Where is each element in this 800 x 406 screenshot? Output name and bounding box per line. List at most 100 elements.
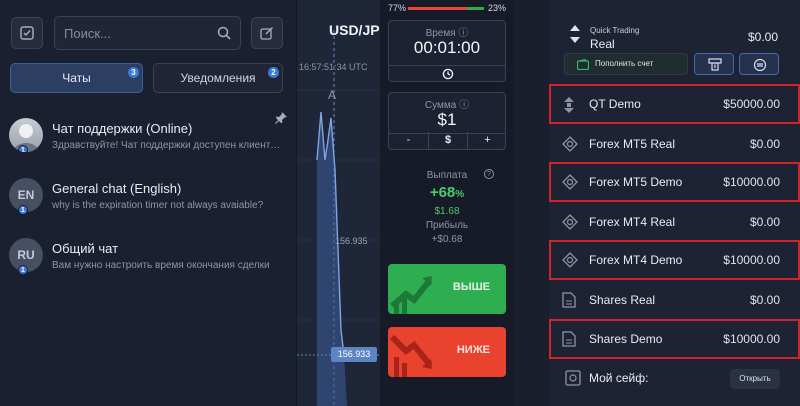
chat-item-support[interactable]: 1 Чат поддержки (Online) Здравствуйте! Ч… bbox=[0, 118, 297, 178]
my-safe: Мой сейф: Открыть bbox=[549, 362, 800, 396]
sentiment-bar bbox=[408, 7, 484, 10]
safe-icon bbox=[565, 370, 581, 386]
amount-plus-button[interactable]: + bbox=[468, 132, 507, 149]
price-chart[interactable]: USD/JPY 16:57:51:34 UTC A 156.935 156.93… bbox=[297, 0, 380, 406]
account-name: Forex MT5 Real bbox=[589, 137, 676, 151]
account-balance: $0.00 bbox=[749, 293, 780, 307]
buy-higher-button[interactable]: ВЫШЕ bbox=[388, 264, 506, 314]
withdraw-icon bbox=[708, 58, 722, 71]
trend-down-icon bbox=[389, 334, 433, 377]
edit-icon bbox=[260, 26, 274, 40]
forex-icon bbox=[562, 252, 578, 268]
unread-badge: 1 bbox=[18, 145, 28, 152]
avatar: EN 1 bbox=[9, 178, 43, 215]
server-time: 16:57:51:34 UTC bbox=[299, 62, 368, 72]
account-forex-mt4-real[interactable]: Forex MT4 Real $0.00 bbox=[549, 202, 800, 242]
search-input[interactable] bbox=[55, 17, 215, 49]
account-name: Shares Real bbox=[589, 293, 656, 307]
sentiment-down-percent: 23% bbox=[487, 3, 506, 13]
account-name: Forex MT5 Demo bbox=[589, 175, 683, 189]
tab-notifications-count: 2 bbox=[268, 67, 279, 78]
account-qt-demo[interactable]: QT Demo $50000.00 bbox=[549, 84, 800, 124]
unread-badge: 1 bbox=[18, 205, 28, 215]
time-value[interactable]: 00:01:00 bbox=[389, 38, 505, 58]
panel-separator bbox=[514, 0, 549, 406]
time-selector[interactable]: Время ⓘ 00:01:00 bbox=[388, 20, 506, 82]
payout-amount: $1.68 bbox=[434, 206, 460, 217]
pin-icon[interactable] bbox=[275, 112, 287, 124]
forex-icon bbox=[562, 214, 578, 230]
currency-button[interactable]: $ bbox=[428, 132, 468, 149]
sell-lower-button[interactable]: НИЖЕ bbox=[388, 327, 506, 377]
chat-panel: Чаты 3 Уведомления 2 1 Чат поддержки (On… bbox=[0, 0, 297, 406]
sell-lower-label: НИЖЕ bbox=[456, 344, 490, 356]
quick-trading-account[interactable]: Quick Trading Real $0.00 Пополнить счет bbox=[549, 0, 800, 85]
account-balance: $50000.00 bbox=[723, 97, 780, 111]
avatar: 1 bbox=[9, 118, 43, 152]
account-balance: $0.00 bbox=[749, 215, 780, 229]
payout-percent: +68% bbox=[429, 184, 465, 201]
account-balance: $0.00 bbox=[749, 137, 780, 151]
quick-trading-title: Quick Trading bbox=[590, 26, 640, 35]
tab-chats[interactable]: Чаты 3 bbox=[10, 63, 143, 93]
account-shares-demo[interactable]: Shares Demo $10000.00 bbox=[549, 319, 800, 359]
chat-preview: Здравствуйте! Чат поддержки доступен кли… bbox=[52, 140, 282, 151]
account-balance: $10000.00 bbox=[723, 253, 780, 267]
document-icon bbox=[562, 331, 576, 347]
avatar: RU 1 bbox=[9, 238, 43, 275]
tab-notifications-label: Уведомления bbox=[180, 71, 256, 85]
top-up-button[interactable]: Пополнить счет bbox=[564, 53, 688, 75]
chat-item-general-english[interactable]: EN 1 General chat (English) why is the e… bbox=[0, 178, 297, 238]
avatar-initials: EN bbox=[17, 188, 35, 202]
document-icon bbox=[562, 292, 576, 308]
trade-panel: 77% 23% Время ⓘ 00:01:00 Сумма ⓘ $1 - $ … bbox=[380, 0, 514, 406]
account-forex-mt4-demo[interactable]: Forex MT4 Demo $10000.00 bbox=[549, 240, 800, 280]
my-safe-label: Мой сейф: bbox=[589, 371, 649, 385]
chart-marker-a: A bbox=[327, 88, 336, 102]
top-up-label: Пополнить счет bbox=[595, 59, 654, 68]
chat-title: Общий чат bbox=[52, 241, 119, 256]
new-chat-button[interactable] bbox=[251, 17, 283, 49]
tab-chats-count: 3 bbox=[128, 67, 139, 78]
sentiment-bar-fill bbox=[408, 7, 467, 10]
chart-canvas bbox=[297, 30, 380, 406]
avatar-initials: RU bbox=[17, 248, 35, 262]
account-name: Forex MT4 Demo bbox=[589, 253, 683, 267]
search-icon[interactable] bbox=[217, 26, 231, 40]
chat-preview: Вам нужно настроить время окончания сдел… bbox=[52, 260, 270, 271]
amount-value[interactable]: $1 bbox=[389, 110, 505, 130]
accounts-panel: Quick Trading Real $0.00 Пополнить счет bbox=[549, 0, 800, 406]
withdraw-button[interactable] bbox=[694, 53, 734, 75]
amount-selector[interactable]: Сумма ⓘ $1 - $ + bbox=[388, 92, 506, 150]
account-name: QT Demo bbox=[589, 97, 641, 111]
amount-minus-button[interactable]: - bbox=[389, 132, 428, 149]
payout-info: ? Выплата +68% $1.68 Прибыль +$0.68 bbox=[396, 165, 498, 255]
tab-notifications[interactable]: Уведомления 2 bbox=[153, 63, 283, 93]
account-forex-mt5-demo[interactable]: Forex MT5 Demo $10000.00 bbox=[549, 162, 800, 202]
wallet-icon bbox=[577, 59, 589, 70]
open-safe-button[interactable]: Открыть bbox=[730, 369, 780, 389]
select-chats-button[interactable] bbox=[11, 17, 43, 49]
current-price-tag: 156.933 bbox=[331, 347, 377, 362]
buy-higher-label: ВЫШЕ bbox=[452, 281, 490, 293]
asset-pair[interactable]: USD/JPY bbox=[329, 22, 380, 38]
profit-label: Прибыль bbox=[425, 220, 469, 231]
chat-preview: why is the expiration timer not always a… bbox=[52, 200, 264, 211]
quick-trading-balance: $0.00 bbox=[747, 30, 778, 44]
account-balance: $10000.00 bbox=[723, 332, 780, 346]
chat-title: General chat (English) bbox=[52, 181, 182, 196]
unread-badge: 1 bbox=[18, 265, 28, 275]
account-shares-real[interactable]: Shares Real $0.00 bbox=[549, 280, 800, 320]
clock-icon[interactable] bbox=[442, 68, 454, 80]
search-box[interactable] bbox=[54, 16, 241, 50]
sentiment-up-percent: 77% bbox=[388, 3, 407, 13]
time-label: Время ⓘ bbox=[425, 28, 469, 39]
account-forex-mt5-real[interactable]: Forex MT5 Real $0.00 bbox=[549, 124, 800, 164]
exchange-icon bbox=[753, 58, 767, 72]
checkbox-icon bbox=[20, 26, 34, 40]
exchange-button[interactable] bbox=[739, 53, 779, 75]
trend-up-icon bbox=[390, 276, 433, 314]
account-balance: $10000.00 bbox=[723, 175, 780, 189]
chat-title: Чат поддержки (Online) bbox=[52, 121, 193, 136]
chat-item-general-russian[interactable]: RU 1 Общий чат Вам нужно настроить время… bbox=[0, 238, 297, 298]
